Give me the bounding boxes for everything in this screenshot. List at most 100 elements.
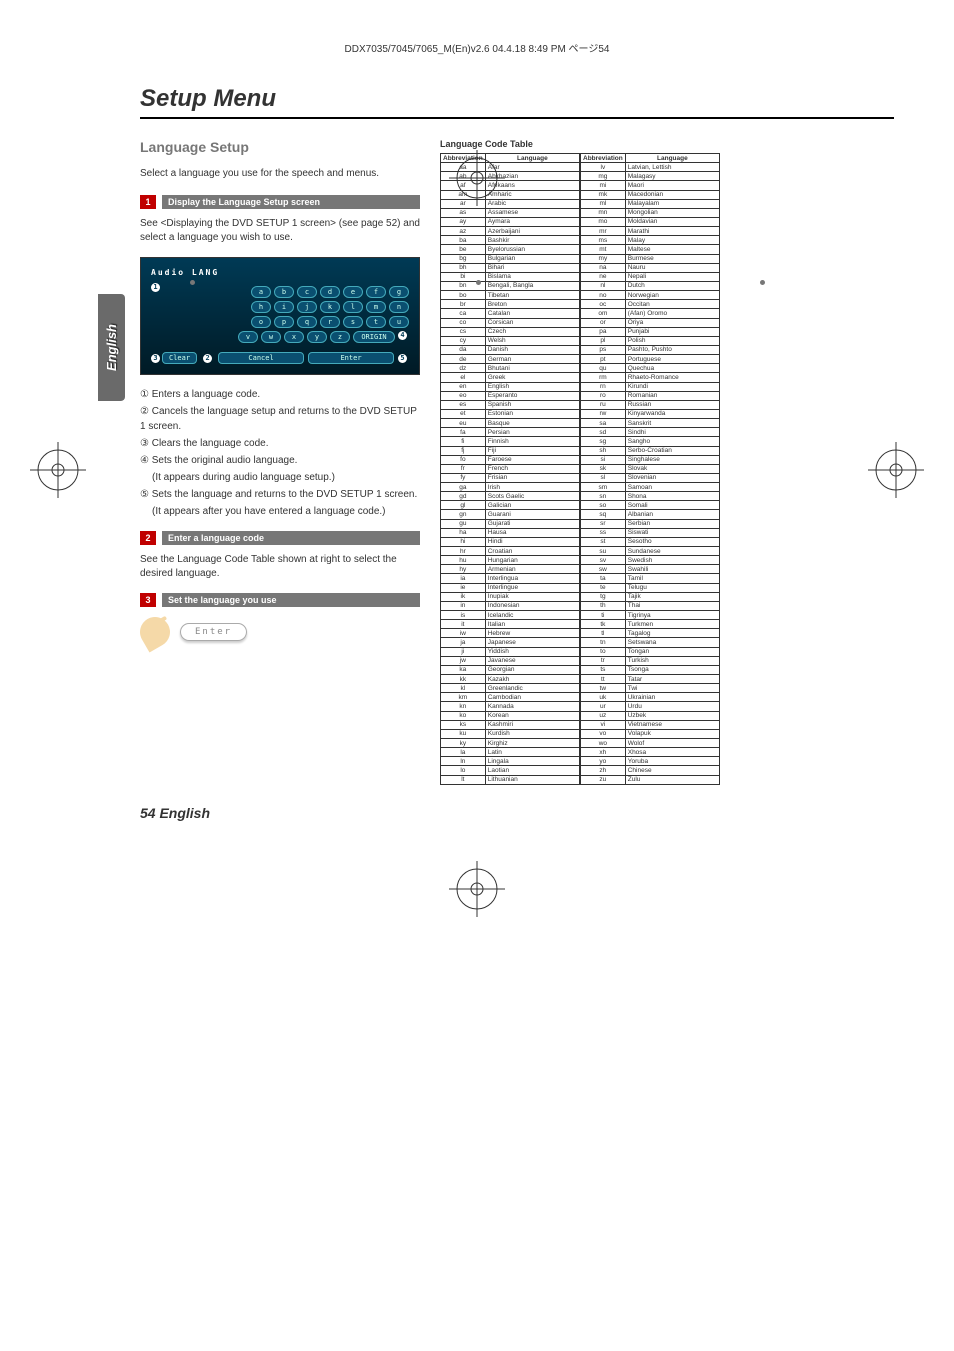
origin-key[interactable]: ORIGIN bbox=[353, 331, 395, 343]
code-lang: Guarani bbox=[485, 510, 579, 519]
char-key[interactable]: b bbox=[274, 286, 294, 298]
code-abbr: sk bbox=[581, 464, 626, 473]
char-key[interactable]: m bbox=[366, 301, 386, 313]
char-key[interactable]: g bbox=[389, 286, 409, 298]
char-key[interactable]: c bbox=[297, 286, 317, 298]
enter-button[interactable]: Enter bbox=[180, 623, 247, 641]
char-key[interactable]: h bbox=[251, 301, 271, 313]
code-lang: Bhutani bbox=[485, 364, 579, 373]
step-label: Display the Language Setup screen bbox=[162, 195, 420, 209]
code-abbr: eo bbox=[441, 391, 486, 400]
cancel-key[interactable]: Cancel bbox=[218, 352, 304, 364]
table-row: iaInterlingua bbox=[441, 574, 580, 583]
code-lang: Setswana bbox=[625, 638, 719, 647]
table-row: psPashto, Pushto bbox=[581, 345, 720, 354]
code-lang: Volapuk bbox=[625, 729, 719, 738]
code-lang: German bbox=[485, 355, 579, 364]
code-abbr: fo bbox=[441, 455, 486, 464]
table-row: zhChinese bbox=[581, 766, 720, 775]
table-row: mkMacedonian bbox=[581, 190, 720, 199]
char-key[interactable]: k bbox=[320, 301, 340, 313]
table-row: glGalician bbox=[441, 501, 580, 510]
code-abbr: su bbox=[581, 547, 626, 556]
code-lang: Nauru bbox=[625, 263, 719, 272]
code-abbr: ms bbox=[581, 236, 626, 245]
char-key[interactable]: y bbox=[307, 331, 327, 343]
table-row: ptPortuguese bbox=[581, 355, 720, 364]
code-abbr: sr bbox=[581, 519, 626, 528]
code-abbr: vo bbox=[581, 729, 626, 738]
code-abbr: lt bbox=[441, 775, 486, 784]
code-abbr: tw bbox=[581, 684, 626, 693]
code-lang: Inupiak bbox=[485, 592, 579, 601]
char-key[interactable]: l bbox=[343, 301, 363, 313]
char-key[interactable]: q bbox=[297, 316, 317, 328]
char-key[interactable]: j bbox=[297, 301, 317, 313]
table-row: daDanish bbox=[441, 345, 580, 354]
code-abbr: fr bbox=[441, 464, 486, 473]
callout-notes: ① Enters a language code. ② Cancels the … bbox=[140, 387, 420, 519]
code-abbr: sh bbox=[581, 446, 626, 455]
code-lang: Bashkir bbox=[485, 236, 579, 245]
code-abbr: sm bbox=[581, 483, 626, 492]
code-abbr: gu bbox=[441, 519, 486, 528]
note-5: ⑤ Sets the language and returns to the D… bbox=[140, 487, 420, 502]
char-key[interactable]: s bbox=[343, 316, 363, 328]
code-abbr: as bbox=[441, 208, 486, 217]
table-row: thThai bbox=[581, 601, 720, 610]
table-row: inIndonesian bbox=[441, 601, 580, 610]
code-abbr: ik bbox=[441, 592, 486, 601]
table-row: ttTatar bbox=[581, 675, 720, 684]
char-key[interactable]: z bbox=[330, 331, 350, 343]
char-key[interactable]: o bbox=[251, 316, 271, 328]
code-abbr: ja bbox=[441, 638, 486, 647]
char-key[interactable]: w bbox=[261, 331, 281, 343]
code-abbr: lv bbox=[581, 163, 626, 172]
table-row: naNauru bbox=[581, 263, 720, 272]
step-label: Set the language you use bbox=[162, 593, 420, 607]
char-key[interactable]: r bbox=[320, 316, 340, 328]
char-key[interactable]: f bbox=[366, 286, 386, 298]
code-abbr: fj bbox=[441, 446, 486, 455]
code-abbr: in bbox=[441, 601, 486, 610]
char-key[interactable]: n bbox=[389, 301, 409, 313]
code-abbr: sn bbox=[581, 492, 626, 501]
clear-key[interactable]: Clear bbox=[162, 352, 197, 364]
char-key[interactable]: x bbox=[284, 331, 304, 343]
char-key[interactable]: v bbox=[238, 331, 258, 343]
note-2: ② Cancels the language setup and returns… bbox=[140, 404, 420, 434]
table-row: saSanskrit bbox=[581, 419, 720, 428]
char-key[interactable]: t bbox=[366, 316, 386, 328]
code-abbr: xh bbox=[581, 748, 626, 757]
code-lang: Kazakh bbox=[485, 675, 579, 684]
code-lang: Tongan bbox=[625, 647, 719, 656]
table-row: beByelorussian bbox=[441, 245, 580, 254]
code-abbr: tk bbox=[581, 620, 626, 629]
table-row: suSundanese bbox=[581, 547, 720, 556]
code-lang: Tamil bbox=[625, 574, 719, 583]
char-key[interactable]: e bbox=[343, 286, 363, 298]
code-lang: Chinese bbox=[625, 766, 719, 775]
table-row: plPolish bbox=[581, 336, 720, 345]
code-abbr: pa bbox=[581, 327, 626, 336]
enter-key[interactable]: Enter bbox=[308, 352, 394, 364]
char-key[interactable]: u bbox=[389, 316, 409, 328]
table-row: rwKinyarwanda bbox=[581, 409, 720, 418]
table-row: lnLingala bbox=[441, 757, 580, 766]
table-row: miMaori bbox=[581, 181, 720, 190]
code-abbr: na bbox=[581, 263, 626, 272]
char-key[interactable]: d bbox=[320, 286, 340, 298]
char-key[interactable]: p bbox=[274, 316, 294, 328]
table-row: frFrench bbox=[441, 464, 580, 473]
char-key[interactable]: i bbox=[274, 301, 294, 313]
code-abbr: jw bbox=[441, 656, 486, 665]
code-lang: Singhalese bbox=[625, 455, 719, 464]
code-lang: Romanian bbox=[625, 391, 719, 400]
code-abbr: fi bbox=[441, 437, 486, 446]
code-abbr: sv bbox=[581, 556, 626, 565]
char-key[interactable]: a bbox=[251, 286, 271, 298]
code-abbr: zh bbox=[581, 766, 626, 775]
header-lang: Language bbox=[625, 154, 719, 163]
table-row: stSesotho bbox=[581, 537, 720, 546]
code-lang: Shona bbox=[625, 492, 719, 501]
